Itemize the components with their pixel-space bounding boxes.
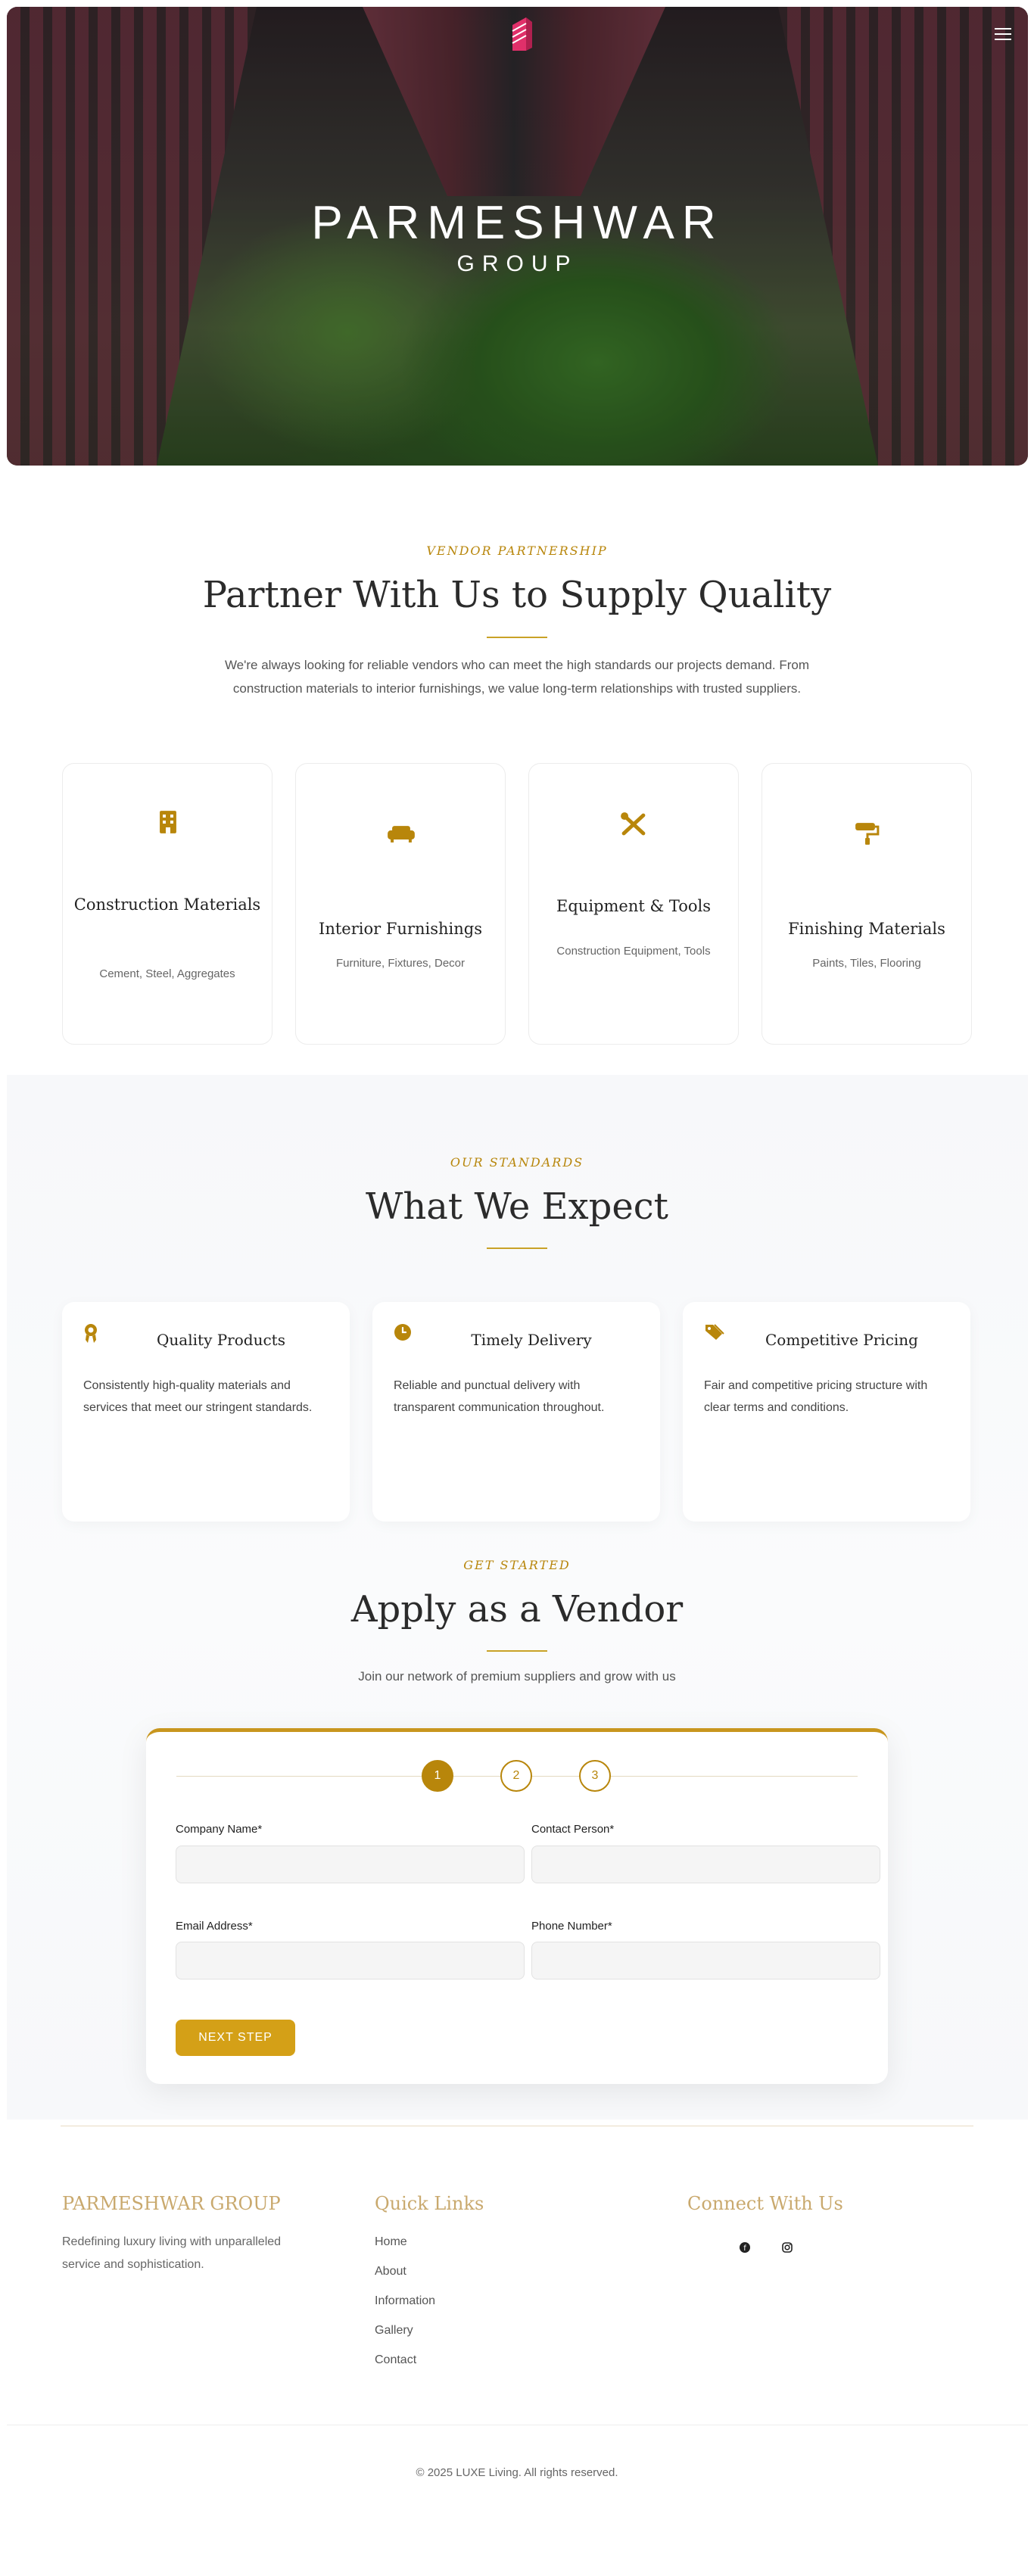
footer-link-contact[interactable]: Contact bbox=[375, 2353, 416, 2367]
vendor-card-equipment[interactable]: Equipment & Tools Construction Equipment… bbox=[528, 763, 739, 1045]
tags-icon bbox=[705, 1324, 724, 1340]
vendor-card-construction[interactable]: Construction Materials Cement, Steel, Ag… bbox=[62, 763, 273, 1045]
step-1-indicator[interactable]: 1 bbox=[422, 1760, 453, 1792]
step-3-indicator[interactable]: 3 bbox=[579, 1760, 611, 1792]
vendor-card-title: Equipment & Tools bbox=[556, 897, 711, 915]
standard-card-desc: Fair and competitive pricing structure w… bbox=[704, 1379, 928, 1414]
vendor-lead: We're always looking for reliable vendor… bbox=[224, 658, 810, 696]
instagram-icon[interactable] bbox=[777, 2238, 797, 2257]
footer-brand-title: PARMESHWAR GROUP bbox=[62, 2193, 281, 2214]
email-label: Email Address* bbox=[176, 1920, 253, 1933]
standard-card-title: Timely Delivery bbox=[471, 1331, 592, 1349]
phone-label: Phone Number* bbox=[531, 1920, 612, 1933]
facebook-icon[interactable]: f bbox=[735, 2238, 755, 2257]
vendor-card-title: Construction Materials bbox=[73, 896, 261, 914]
vendor-application-form: 1 2 3 Company Name* Contact Person* Emai… bbox=[146, 1728, 888, 2084]
standards-eyebrow: OUR STANDARDS bbox=[450, 1155, 584, 1170]
apply-divider bbox=[487, 1650, 547, 1652]
vendor-card-title: Interior Furnishings bbox=[319, 920, 482, 938]
apply-eyebrow: GET STARTED bbox=[463, 1558, 571, 1572]
vendor-card-sub: Cement, Steel, Aggregates bbox=[99, 967, 235, 980]
standards-divider bbox=[487, 1248, 547, 1249]
next-step-button[interactable]: NEXT STEP bbox=[176, 2020, 295, 2056]
footer-link-gallery[interactable]: Gallery bbox=[375, 2324, 413, 2338]
couch-icon bbox=[388, 826, 415, 843]
company-name-label: Company Name* bbox=[176, 1823, 263, 1836]
standard-card-title: Quality Products bbox=[157, 1331, 285, 1349]
brand-name: PARMESHWAR bbox=[311, 197, 724, 249]
vendor-card-sub: Paints, Tiles, Flooring bbox=[812, 957, 921, 970]
phone-field[interactable] bbox=[531, 1942, 880, 1980]
vendor-card-sub: Furniture, Fixtures, Decor bbox=[335, 957, 466, 970]
standard-card-desc: Reliable and punctual delivery with tran… bbox=[394, 1379, 605, 1414]
footer-link-home[interactable]: Home bbox=[375, 2235, 407, 2249]
hero-banner: PARMESHWAR GROUP bbox=[7, 7, 1028, 466]
standard-card-pricing: Competitive Pricing Fair and competitive… bbox=[683, 1302, 970, 1522]
clock-icon bbox=[394, 1324, 411, 1341]
email-field[interactable] bbox=[176, 1942, 525, 1980]
footer-connect-title: Connect With Us bbox=[687, 2193, 843, 2214]
standard-card-title: Competitive Pricing bbox=[765, 1331, 918, 1349]
company-name-field[interactable] bbox=[176, 1846, 525, 1883]
svg-text:f: f bbox=[743, 2244, 746, 2253]
award-icon bbox=[85, 1324, 97, 1343]
footer-link-about[interactable]: About bbox=[375, 2265, 406, 2279]
apply-lead: Join our network of premium suppliers an… bbox=[358, 1669, 676, 1684]
vendor-card-sub: Construction Equipment, Tools bbox=[556, 945, 711, 958]
building-icon bbox=[160, 811, 176, 833]
hero-brand: PARMESHWAR GROUP bbox=[7, 200, 1028, 277]
standard-card-desc: Consistently high-quality materials and … bbox=[83, 1379, 313, 1414]
footer-link-information[interactable]: Information bbox=[375, 2294, 435, 2308]
vendor-eyebrow: VENDOR PARTNERSHIP bbox=[426, 544, 608, 558]
contact-person-label: Contact Person* bbox=[531, 1823, 615, 1836]
apply-title: Apply as a Vendor bbox=[350, 1588, 684, 1631]
copyright-text: © 2025 LUXE Living. All rights reserved. bbox=[416, 2466, 618, 2479]
paint-roller-icon bbox=[855, 823, 880, 845]
vendor-card-finishing[interactable]: Finishing Materials Paints, Tiles, Floor… bbox=[761, 763, 972, 1045]
vendor-card-interior[interactable]: Interior Furnishings Furniture, Fixtures… bbox=[295, 763, 506, 1045]
standard-card-delivery: Timely Delivery Reliable and punctual de… bbox=[372, 1302, 660, 1522]
standard-card-quality: Quality Products Consistently high-quali… bbox=[62, 1302, 350, 1522]
tools-icon bbox=[621, 812, 646, 836]
vendor-card-title: Finishing Materials bbox=[788, 920, 945, 938]
vendor-divider bbox=[487, 637, 547, 638]
step-2-indicator[interactable]: 2 bbox=[500, 1760, 532, 1792]
contact-person-field[interactable] bbox=[531, 1846, 880, 1883]
brand-subname: GROUP bbox=[456, 251, 578, 276]
standards-title: What We Expect bbox=[366, 1185, 668, 1228]
footer-brand-text: Redefining luxury living with unparallel… bbox=[62, 2235, 282, 2271]
hamburger-icon[interactable] bbox=[995, 28, 1011, 42]
footer-links-title: Quick Links bbox=[375, 2193, 484, 2214]
building-mark-icon[interactable] bbox=[509, 14, 535, 54]
vendor-title: Partner With Us to Supply Quality bbox=[202, 574, 832, 616]
